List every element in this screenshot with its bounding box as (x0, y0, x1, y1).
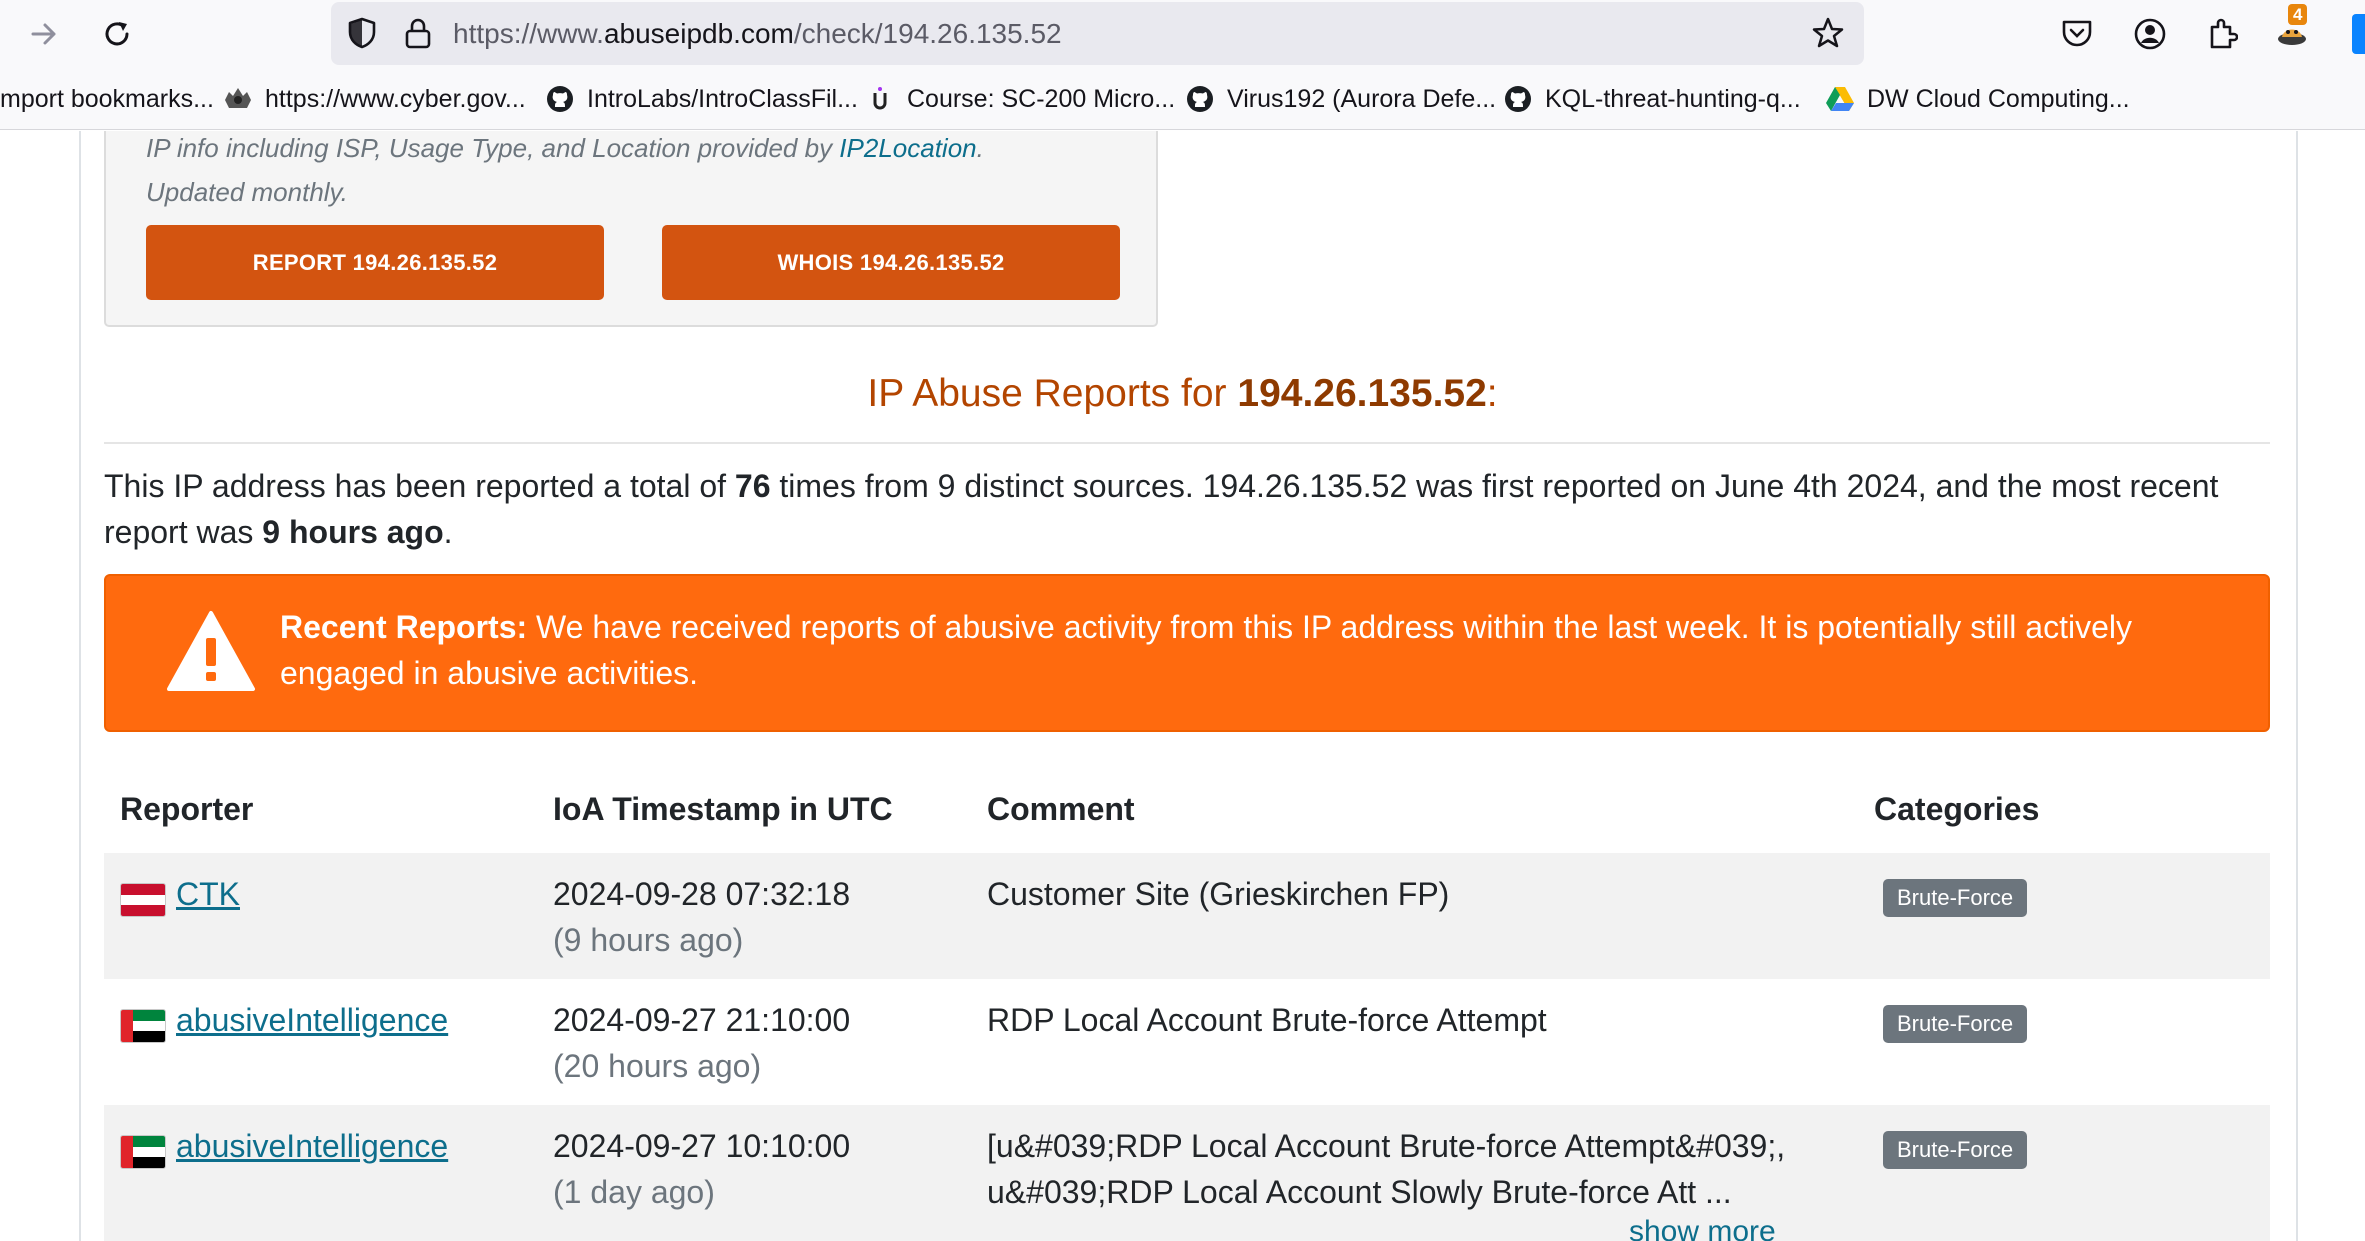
updated-monthly-text: Updated monthly. (146, 177, 348, 207)
timestamp: 2024-09-27 10:10:00 (553, 1128, 851, 1164)
bookmark-label: mport bookmarks... (0, 84, 214, 113)
column-header-timestamp: IoA Timestamp in UTC (553, 791, 893, 827)
edge-extension-icon[interactable] (2352, 14, 2365, 54)
table-row: CTK 2024-09-28 07:32:18 (9 hours ago) Cu… (104, 853, 2270, 979)
category-badge[interactable]: Brute-Force (1883, 1131, 2028, 1169)
column-header-comment: Comment (987, 791, 1135, 827)
relative-time: (20 hours ago) (553, 1048, 762, 1084)
bookmark-label: DW Cloud Computing... (1867, 84, 2130, 113)
bookmark-item[interactable]: Course: SC-200 Micro... (865, 82, 1175, 116)
uae-flag-icon (120, 1135, 166, 1169)
table-row: abusiveIntelligence 2024-09-27 10:10:00 … (104, 1105, 2270, 1241)
lock-icon[interactable] (399, 14, 437, 52)
bookmark-label: KQL-threat-hunting-q... (1545, 84, 1801, 113)
bookmark-star-icon[interactable] (1809, 14, 1847, 52)
reporter-link[interactable]: CTK (176, 871, 240, 917)
title-prefix: IP Abuse Reports for (867, 372, 1238, 415)
column-header-categories: Categories (1874, 791, 2040, 827)
austria-flag-icon (120, 883, 166, 917)
table-row: abusiveIntelligence 2024-09-27 21:10:00 … (104, 979, 2270, 1105)
alert-message: Recent Reports: We have received reports… (280, 604, 2180, 696)
forward-arrow-icon[interactable] (20, 10, 68, 58)
pocket-icon[interactable] (2057, 14, 2097, 54)
browser-toolbar: https://www.abuseipdb.com/check/194.26.1… (0, 0, 2365, 68)
github-icon (1185, 84, 1215, 114)
alert-title: Recent Reports: (280, 609, 528, 645)
url-text[interactable]: https://www.abuseipdb.com/check/194.26.1… (453, 18, 1062, 50)
url-path: /check/194.26.135.52 (793, 18, 1062, 49)
category-badge[interactable]: Brute-Force (1883, 1005, 2028, 1043)
timestamp-cell: 2024-09-27 21:10:00 (20 hours ago) (553, 997, 850, 1089)
relative-time: (1 day ago) (553, 1174, 715, 1210)
bookmark-item[interactable]: Virus192 (Aurora Defe... (1185, 82, 1496, 116)
reporter-link[interactable]: abusiveIntelligence (176, 1123, 448, 1169)
comment-cell: Customer Site (Grieskirchen FP) (987, 876, 1450, 912)
timestamp-cell: 2024-09-27 10:10:00 (1 day ago) (553, 1123, 850, 1215)
uae-flag-icon (120, 1009, 166, 1043)
bookmark-item[interactable]: https://www.cyber.gov... (223, 82, 526, 116)
title-suffix: : (1486, 372, 1498, 415)
bookmark-item[interactable]: mport bookmarks... (0, 82, 214, 116)
most-recent-report: 9 hours ago (262, 514, 444, 550)
bookmark-label: IntroLabs/IntroClassFil... (587, 84, 858, 113)
github-icon (1503, 84, 1533, 114)
show-more-link[interactable]: show more (1629, 1215, 1776, 1241)
bookmark-label: Virus192 (Aurora Defe... (1227, 84, 1497, 113)
page-title: IP Abuse Reports for 194.26.135.52: (0, 372, 2365, 416)
bookmark-label: https://www.cyber.gov... (265, 84, 526, 113)
bookmark-item[interactable]: KQL-threat-hunting-q... (1503, 82, 1801, 116)
crest-icon (223, 84, 253, 114)
recent-reports-alert: Recent Reports: We have received reports… (104, 574, 2270, 732)
google-drive-icon (1825, 84, 1855, 114)
address-bar[interactable]: https://www.abuseipdb.com/check/194.26.1… (331, 2, 1864, 65)
url-host: abuseipdb.com (603, 18, 794, 49)
summary-part-1: This IP address has been reported a tota… (104, 468, 735, 504)
reload-icon[interactable] (93, 10, 141, 58)
comment-cell: RDP Local Account Brute-force Attempt (987, 1002, 1547, 1038)
info-source-end: . (976, 133, 984, 163)
url-prefix: https://www. (453, 18, 604, 49)
bookmark-label: Course: SC-200 Micro... (907, 84, 1176, 113)
column-header-reporter: Reporter (120, 791, 254, 827)
extensions-icon[interactable] (2202, 14, 2242, 54)
page-viewport: IP info including ISP, Usage Type, and L… (0, 131, 2365, 1241)
extension-badge: 4 (2288, 4, 2308, 25)
shield-icon[interactable] (343, 14, 381, 52)
course-icon (865, 84, 895, 114)
bookmarks-bar: mport bookmarks... https://www.cyber.gov… (0, 68, 2365, 130)
warning-icon (167, 611, 255, 691)
title-ip: 194.26.135.52 (1237, 372, 1487, 415)
timestamp: 2024-09-28 07:32:18 (553, 876, 851, 912)
info-source-prefix: IP info including ISP, Usage Type, and L… (146, 133, 840, 163)
report-count: 76 (734, 468, 771, 504)
category-badge[interactable]: Brute-Force (1883, 879, 2028, 917)
bookmark-item[interactable]: DW Cloud Computing... (1825, 82, 2130, 116)
comment-cell: [u&#039;RDP Local Account Brute-force At… (987, 1128, 1786, 1210)
divider (104, 442, 2270, 444)
report-summary: This IP address has been reported a tota… (104, 463, 2270, 555)
ip-info-card: IP info including ISP, Usage Type, and L… (104, 131, 1158, 327)
timestamp-cell: 2024-09-28 07:32:18 (9 hours ago) (553, 871, 850, 963)
report-ip-button[interactable]: REPORT 194.26.135.52 (146, 225, 604, 300)
alert-body: We have received reports of abusive acti… (280, 609, 2132, 691)
ip-info-source-text: IP info including ISP, Usage Type, and L… (146, 133, 984, 164)
whois-ip-button[interactable]: WHOIS 194.26.135.52 (662, 225, 1120, 300)
reporter-link[interactable]: abusiveIntelligence (176, 997, 448, 1043)
bookmark-item[interactable]: IntroLabs/IntroClassFil... (545, 82, 858, 116)
account-icon[interactable] (2130, 14, 2170, 54)
summary-part-3: . (443, 514, 453, 550)
ip2location-link[interactable]: IP2Location (839, 133, 976, 163)
timestamp: 2024-09-27 21:10:00 (553, 1002, 851, 1038)
relative-time: (9 hours ago) (553, 922, 744, 958)
github-icon (545, 84, 575, 114)
